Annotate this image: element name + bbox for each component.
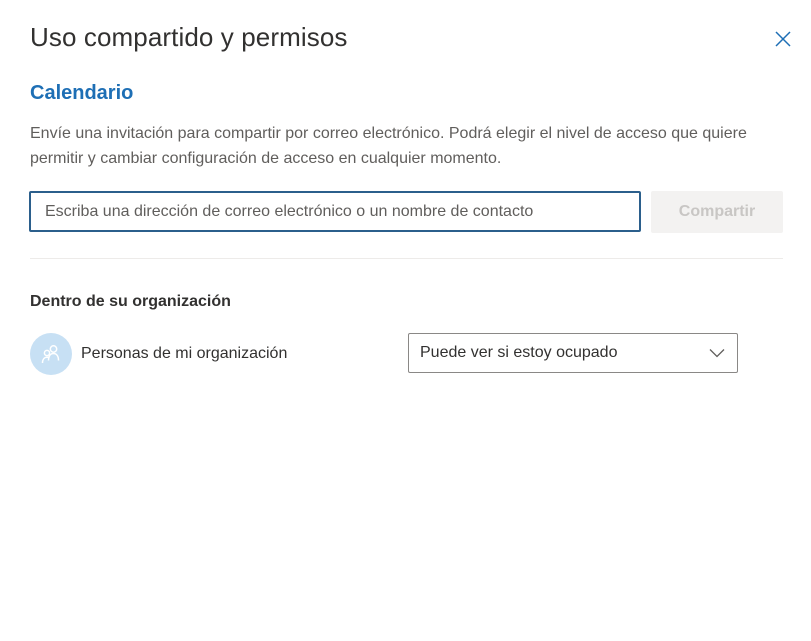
calendar-name: Calendario [30, 82, 134, 104]
email-contact-input[interactable] [29, 191, 641, 232]
permission-dropdown[interactable]: Puede ver si estoy ocupado [408, 333, 738, 373]
share-description: Envíe una invitación para compartir por … [30, 125, 747, 167]
dialog-title: Uso compartido y permisos [30, 22, 348, 52]
close-icon [775, 31, 791, 47]
share-button[interactable]: Compartir [651, 191, 783, 233]
share-permissions-dialog: Uso compartido y permisos Calendario Env… [0, 0, 811, 641]
member-name: Personas de mi organización [81, 345, 288, 362]
people-group-icon [41, 345, 60, 364]
avatar [30, 333, 72, 375]
divider [30, 258, 783, 259]
chevron-down-icon [708, 344, 726, 362]
permission-value: Puede ver si estoy ocupado [420, 344, 618, 361]
organization-section-heading: Dentro de su organización [30, 293, 231, 310]
close-button[interactable] [770, 26, 796, 52]
